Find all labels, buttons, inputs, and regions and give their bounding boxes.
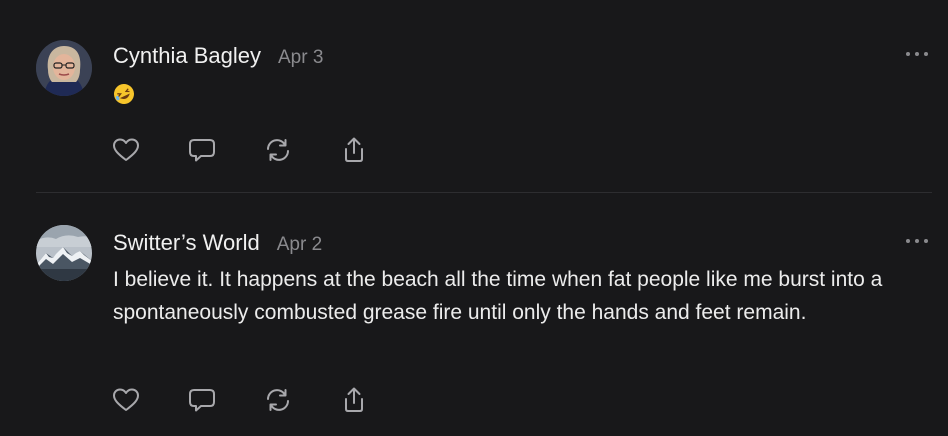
repost-icon bbox=[267, 139, 289, 161]
share-icon bbox=[345, 137, 363, 162]
comment-button[interactable] bbox=[187, 385, 217, 415]
more-options-icon[interactable] bbox=[906, 236, 928, 246]
post-actions bbox=[111, 385, 415, 415]
avatar-woman-glasses-image bbox=[36, 40, 92, 96]
post-text: I believe it. It happens at the beach al… bbox=[113, 268, 883, 324]
comment-button[interactable] bbox=[187, 135, 217, 165]
post-header: Cynthia Bagley Apr 3 bbox=[113, 43, 323, 69]
post-actions bbox=[111, 135, 415, 165]
post-header: Switter’s World Apr 2 bbox=[113, 230, 322, 256]
repost-button[interactable] bbox=[263, 385, 293, 415]
heart-icon bbox=[113, 388, 139, 411]
post-date[interactable]: Apr 3 bbox=[278, 47, 323, 69]
comment-feed: Cynthia Bagley Apr 3 Switter’s World Apr… bbox=[0, 0, 948, 436]
avatar[interactable] bbox=[36, 225, 92, 281]
author-name[interactable]: Cynthia Bagley bbox=[113, 43, 261, 69]
comment-icon bbox=[189, 139, 215, 162]
avatar-snowy-mountains-image bbox=[36, 225, 92, 281]
comment-post: Cynthia Bagley Apr 3 bbox=[0, 0, 948, 192]
share-button[interactable] bbox=[339, 135, 369, 165]
more-options-icon[interactable] bbox=[906, 49, 928, 59]
post-date[interactable]: Apr 2 bbox=[277, 234, 322, 256]
like-button[interactable] bbox=[111, 385, 141, 415]
like-button[interactable] bbox=[111, 135, 141, 165]
comment-icon bbox=[189, 389, 215, 412]
repost-button[interactable] bbox=[263, 135, 293, 165]
avatar[interactable] bbox=[36, 40, 92, 96]
share-button[interactable] bbox=[339, 385, 369, 415]
repost-icon bbox=[267, 389, 289, 411]
heart-icon bbox=[113, 138, 139, 161]
comment-post: Switter’s World Apr 2 I believe it. It h… bbox=[0, 193, 948, 436]
rolling-on-floor-laughing-emoji bbox=[113, 83, 135, 105]
author-name[interactable]: Switter’s World bbox=[113, 230, 260, 256]
share-icon bbox=[345, 387, 363, 412]
